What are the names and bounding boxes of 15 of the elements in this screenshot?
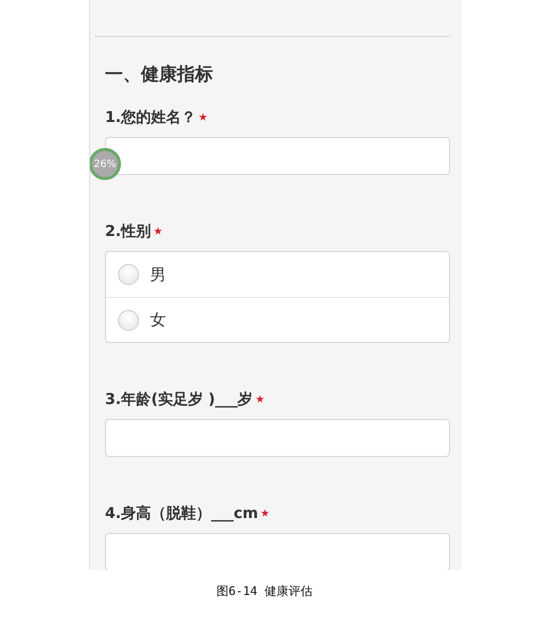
question-label: 2.性别	[105, 221, 152, 242]
radio-option[interactable]: 女	[106, 297, 449, 342]
section-title: 一、健康指标	[105, 64, 214, 86]
radio-option[interactable]: 男	[106, 252, 449, 297]
input-field[interactable]	[105, 533, 450, 570]
question-label: 4.身高（脱鞋）___cm	[105, 503, 258, 524]
option-label: 女	[150, 309, 166, 331]
option-label: 男	[150, 264, 166, 286]
progress-badge: 26%	[90, 148, 121, 180]
question-label: 3.年龄(实足岁 )___岁	[105, 389, 253, 410]
radio-button[interactable]	[118, 310, 139, 330]
question-label: 1.您的姓名？	[105, 107, 196, 128]
input-field[interactable]	[105, 419, 450, 457]
radio-button[interactable]	[118, 264, 139, 285]
figure-caption: 图6-14 健康评估	[215, 583, 314, 600]
